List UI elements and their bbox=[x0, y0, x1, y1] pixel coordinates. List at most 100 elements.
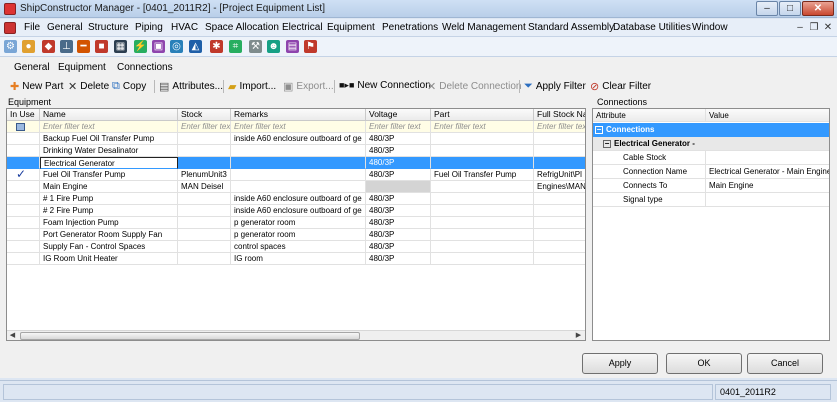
cell-in-use[interactable] bbox=[7, 157, 40, 169]
cell-full-stock[interactable] bbox=[534, 229, 585, 241]
cell-stock[interactable]: PlenumUnit3 bbox=[178, 169, 231, 181]
table-row[interactable]: Port Generator Room Supply Fan p generato… bbox=[7, 229, 585, 241]
cell-remarks[interactable]: inside A60 enclosure outboard of ge bbox=[231, 133, 366, 145]
cell-stock[interactable] bbox=[178, 133, 231, 145]
gear-icon[interactable]: ⚙ bbox=[4, 40, 17, 53]
column-header-remarks[interactable]: Remarks bbox=[231, 109, 366, 121]
penetration-icon[interactable]: ◎ bbox=[170, 40, 183, 53]
cell-full-stock[interactable] bbox=[534, 157, 585, 169]
table-row[interactable]: Supply Fan - Control Spaces control space… bbox=[7, 241, 585, 253]
new-part-button[interactable]: ✚ New Part bbox=[10, 80, 63, 93]
cell-in-use[interactable] bbox=[7, 181, 40, 193]
attribute-row[interactable]: Cable Stock bbox=[593, 151, 829, 165]
cell-remarks[interactable]: inside A60 enclosure outboard of ge bbox=[231, 205, 366, 217]
cell-full-stock[interactable] bbox=[534, 133, 585, 145]
apply-button[interactable]: Apply bbox=[582, 353, 658, 374]
ok-button[interactable]: OK bbox=[666, 353, 742, 374]
table-row[interactable]: ✓ Fuel Oil Transfer Pump PlenumUnit3 480/3P… bbox=[7, 169, 585, 181]
cell-name[interactable]: Foam Injection Pump bbox=[40, 217, 178, 229]
cell-stock[interactable] bbox=[178, 241, 231, 253]
cell-remarks[interactable] bbox=[231, 169, 366, 181]
menu-penetrations[interactable]: Penetrations bbox=[382, 22, 438, 33]
menu-weld-management[interactable]: Weld Management bbox=[442, 22, 526, 33]
cell-name[interactable]: Port Generator Room Supply Fan bbox=[40, 229, 178, 241]
cell-voltage[interactable]: 480/3P bbox=[366, 157, 431, 169]
delete-button[interactable]: ✕ Delete bbox=[68, 80, 109, 93]
table-row[interactable]: Backup Fuel Oil Transfer Pump inside A60 … bbox=[7, 133, 585, 145]
cell-stock[interactable] bbox=[178, 205, 231, 217]
cell-in-use[interactable] bbox=[7, 205, 40, 217]
cell-stock[interactable] bbox=[178, 157, 231, 169]
horizontal-scrollbar[interactable]: ◀ ▶ bbox=[7, 330, 585, 340]
cell-voltage[interactable]: 480/3P bbox=[366, 253, 431, 265]
cell-name[interactable]: # 1 Fire Pump bbox=[40, 193, 178, 205]
close-button[interactable]: ✕ bbox=[802, 1, 834, 16]
cell-in-use[interactable] bbox=[7, 193, 40, 205]
column-header-stock[interactable]: Stock bbox=[178, 109, 231, 121]
attribute-value[interactable]: Main Engine bbox=[706, 179, 829, 193]
cell-remarks[interactable] bbox=[231, 157, 366, 169]
menu-window[interactable]: Window bbox=[692, 22, 728, 33]
cell-name[interactable]: # 2 Fire Pump bbox=[40, 205, 178, 217]
table-row[interactable]: Foam Injection Pump p generator room 480/3… bbox=[7, 217, 585, 229]
database-icon[interactable]: ⌗ bbox=[229, 40, 242, 53]
filter-voltage-input[interactable]: Enter filter text bbox=[366, 121, 431, 133]
cell-in-use[interactable] bbox=[7, 217, 40, 229]
attribute-row[interactable]: Connection Name Electrical Generator - Ma… bbox=[593, 165, 829, 179]
cell-voltage[interactable]: 480/3P bbox=[366, 193, 431, 205]
apply-filter-button[interactable]: ⏷ Apply Filter bbox=[524, 80, 586, 93]
hull-icon[interactable]: ◆ bbox=[42, 40, 55, 53]
cell-full-stock[interactable] bbox=[534, 253, 585, 265]
cell-stock[interactable] bbox=[178, 229, 231, 241]
clear-filter-button[interactable]: ⊘ Clear Filter bbox=[590, 80, 651, 93]
cell-stock[interactable] bbox=[178, 217, 231, 229]
table-row[interactable]: Drinking Water Desalinator 480/3P bbox=[7, 145, 585, 157]
cell-stock[interactable] bbox=[178, 193, 231, 205]
document-icon[interactable] bbox=[4, 22, 16, 34]
cell-part[interactable] bbox=[431, 193, 534, 205]
cell-in-use[interactable] bbox=[7, 253, 40, 265]
attribute-row[interactable]: Connects To Main Engine bbox=[593, 179, 829, 193]
cancel-button[interactable]: Cancel bbox=[747, 353, 823, 374]
attribute-value[interactable] bbox=[706, 193, 829, 207]
cell-full-stock[interactable] bbox=[534, 193, 585, 205]
cell-name[interactable]: Main Engine bbox=[40, 181, 178, 193]
menu-equipment[interactable]: Equipment bbox=[327, 22, 375, 33]
filter-remarks-input[interactable]: Enter filter text bbox=[231, 121, 366, 133]
cell-remarks[interactable]: p generator room bbox=[231, 229, 366, 241]
filter-full-stock-input[interactable]: Enter filter text bbox=[534, 121, 585, 133]
cell-remarks[interactable]: inside A60 enclosure outboard of ge bbox=[231, 193, 366, 205]
attribute-value[interactable]: Electrical Generator - Main Engine bbox=[706, 165, 829, 179]
cell-remarks[interactable] bbox=[231, 181, 366, 193]
electrical-icon[interactable]: ⚡ bbox=[134, 40, 147, 53]
cell-voltage[interactable]: 480/3P bbox=[366, 133, 431, 145]
cell-remarks[interactable] bbox=[231, 145, 366, 157]
attributes-button[interactable]: ▤ Attributes... bbox=[159, 80, 223, 93]
column-header-part[interactable]: Part bbox=[431, 109, 534, 121]
table-row[interactable]: # 2 Fire Pump inside A60 enclosure outboa… bbox=[7, 205, 585, 217]
cell-part[interactable]: Fuel Oil Transfer Pump bbox=[431, 169, 534, 181]
mdi-close-button[interactable]: ✕ bbox=[822, 22, 834, 34]
import-button[interactable]: ▰ Import... bbox=[228, 80, 276, 93]
structure-icon[interactable]: ⊥ bbox=[60, 40, 73, 53]
flag-icon[interactable]: ⚑ bbox=[304, 40, 317, 53]
cell-full-stock[interactable] bbox=[534, 217, 585, 229]
filter-part-input[interactable]: Enter filter text bbox=[431, 121, 534, 133]
cell-full-stock[interactable] bbox=[534, 145, 585, 157]
cell-stock[interactable]: MAN Deisel bbox=[178, 181, 231, 193]
delete-connection-button[interactable]: ✕ Delete Connection bbox=[427, 80, 522, 93]
users-icon[interactable]: ☻ bbox=[267, 40, 280, 53]
weld-icon[interactable]: ◭ bbox=[189, 40, 202, 53]
cell-name[interactable]: Fuel Oil Transfer Pump bbox=[40, 169, 178, 181]
cell-remarks[interactable]: p generator room bbox=[231, 217, 366, 229]
menu-electrical[interactable]: Electrical bbox=[282, 22, 323, 33]
column-header-name[interactable]: Name bbox=[40, 109, 178, 121]
column-header-in-use[interactable]: In Use bbox=[7, 109, 40, 121]
collapse-icon[interactable]: − bbox=[595, 125, 603, 134]
filter-in-use[interactable] bbox=[7, 121, 40, 133]
cell-part[interactable] bbox=[431, 241, 534, 253]
cell-name[interactable]: Supply Fan - Control Spaces bbox=[40, 241, 178, 253]
attribute-row[interactable]: Signal type bbox=[593, 193, 829, 207]
connection-subgroup-row[interactable]: − Electrical Generator - bbox=[593, 137, 829, 151]
new-connection-button[interactable]: ■▸■ New Connection bbox=[339, 80, 431, 91]
